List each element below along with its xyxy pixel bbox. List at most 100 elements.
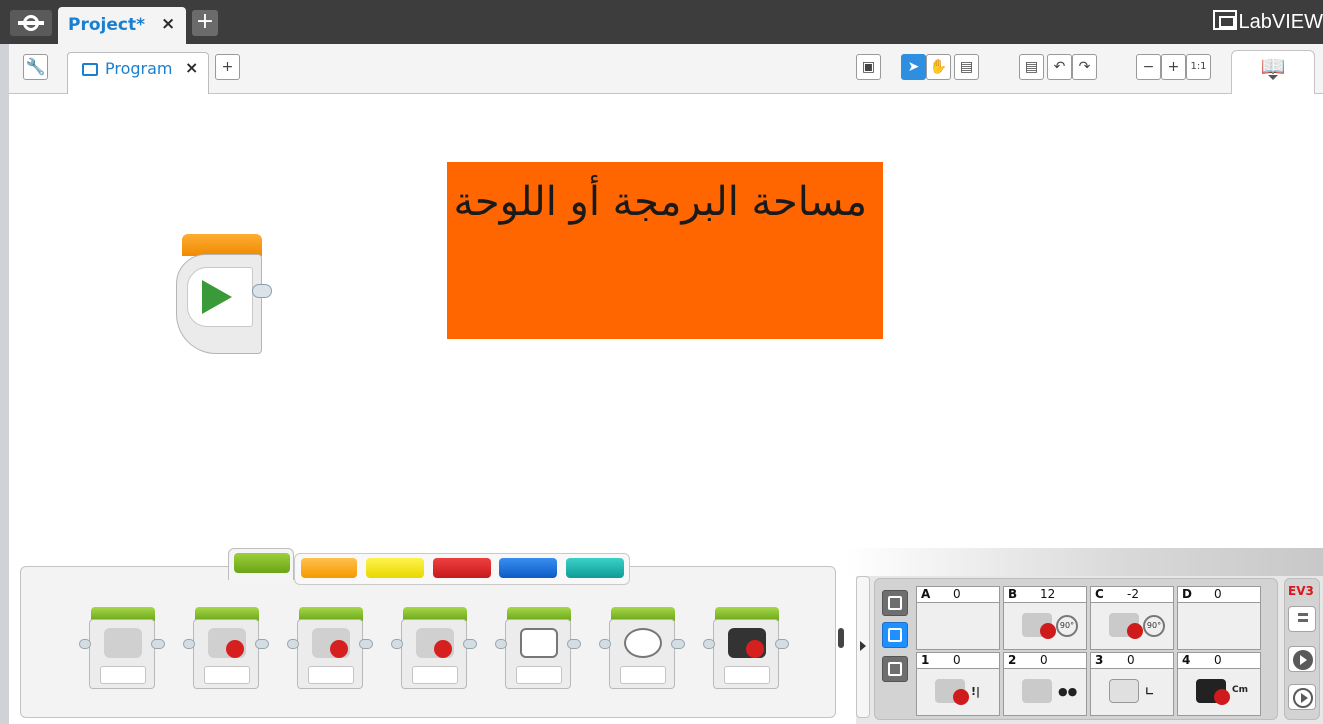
lobby-home-button[interactable] [10,10,52,36]
port-view-tab[interactable] [882,622,908,648]
port-header: 20 [1004,653,1086,669]
national-instruments-icon [1212,10,1237,30]
play-icon [1300,655,1307,665]
move-steering-block[interactable] [287,607,373,691]
project-properties-wrench-icon[interactable]: 🔧 [23,54,48,80]
palette-tab-action[interactable] [234,553,290,573]
color-mode-icon: ●● [1058,685,1078,698]
distance-unit-label: Cm [1232,685,1248,695]
mode-selector[interactable] [724,666,770,684]
select-tool-icon[interactable]: ➤ [901,54,926,80]
move-tank-block[interactable] [391,607,477,691]
sequence-plug-entry [391,639,403,649]
mode-selector[interactable] [204,666,250,684]
rotation-degrees-icon: 90° [1056,615,1078,637]
labview-logo-text: LabVIEW [1238,11,1323,33]
large-motor-icon [1109,613,1143,639]
port-value: 12 [1040,587,1056,601]
mode-selector[interactable] [412,666,458,684]
port-3[interactable]: 30 ∟ [1090,652,1174,716]
palette-resize-handle[interactable] [838,628,844,648]
port-value: 0 [1214,587,1222,601]
zoom-out-icon[interactable]: − [1136,54,1161,80]
palette-tab-sensor[interactable] [366,558,424,578]
block-body [505,619,571,689]
port-1[interactable]: 10 !| [916,652,1000,716]
large-motor-block[interactable] [183,607,269,691]
zoom-reset-button[interactable]: 1:1 [1186,54,1211,80]
palette-tab-flow-control[interactable] [301,558,357,578]
download-button[interactable] [1288,606,1316,632]
sequence-plug-exit[interactable] [252,284,272,298]
content-editor-book-icon[interactable]: 📖 [1231,50,1315,94]
sequence-plug-entry [287,639,299,649]
brick-status-light-block[interactable] [703,607,789,691]
save-icon[interactable]: ▤ [1019,54,1044,80]
play-icon [1301,693,1308,703]
program-tab[interactable]: Program × [67,52,209,94]
palette-tab-my-blocks[interactable] [566,558,624,578]
sound-block[interactable] [599,607,685,691]
mode-selector[interactable] [100,666,146,684]
ultrasonic-sensor-icon [1196,679,1230,705]
sequence-plug-entry [599,639,611,649]
port-id: D [1182,587,1192,601]
gyro-sensor-icon [1109,679,1139,703]
color-sensor-icon [1022,679,1052,703]
port-id: 1 [921,653,930,667]
zoom-in-icon[interactable]: + [1161,54,1186,80]
medium-motor-block[interactable] [79,607,165,691]
port-a[interactable]: A0 [916,586,1000,650]
undo-icon[interactable]: ↶ [1047,54,1072,80]
programming-canvas[interactable]: مساحة البرمجة أو اللوحة [9,95,1323,555]
port-b[interactable]: B 12 90° [1003,586,1087,650]
display-block[interactable] [495,607,581,691]
palette-tab-advanced[interactable] [499,558,557,578]
sequence-plug-entry [495,639,507,649]
port-value: 0 [1040,653,1048,667]
available-bricks-tab[interactable] [882,656,908,682]
comment-tool-icon[interactable]: ▤ [954,54,979,80]
port-header: 40 [1178,653,1260,669]
mode-selector[interactable] [308,666,354,684]
palette-tab-data-operations[interactable] [433,558,491,578]
add-program-button[interactable]: + [215,54,240,80]
port-4[interactable]: 40 Cm [1177,652,1261,716]
sequence-plug-exit [255,639,269,649]
add-project-button[interactable]: + [192,10,218,36]
port-c[interactable]: C -2 90° [1090,586,1174,650]
angle-mode-icon: ∟ [1145,685,1155,698]
port-value: 0 [953,653,961,667]
port-id: B [1008,587,1018,601]
touch-sensor-icon [935,679,969,705]
project-tab-close-icon[interactable]: × [161,14,175,34]
canvas-annotation: مساحة البرمجة أو اللوحة [447,162,883,339]
content-editor-icon[interactable]: ▣ [856,54,881,80]
sequence-plug-entry [703,639,715,649]
port-2[interactable]: 20 ●● [1003,652,1087,716]
download-and-run-selected-button[interactable] [1288,684,1316,710]
motor-hub-icon [1127,623,1143,639]
sequence-plug-exit [151,639,165,649]
motor-hub-icon [226,640,244,658]
large-motor-icon [1022,613,1056,639]
hardware-page-divider [845,548,1323,576]
port-view-icon [888,628,902,642]
program-icon [82,63,98,76]
download-and-run-button[interactable] [1288,646,1316,672]
pan-tool-icon[interactable]: ✋ [926,54,951,80]
port-value: 0 [953,587,961,601]
left-border [0,44,9,724]
motor-hub-icon [1040,623,1056,639]
programming-palette [20,566,836,718]
start-block[interactable] [172,234,272,358]
redo-icon[interactable]: ↷ [1072,54,1097,80]
port-d[interactable]: D0 [1177,586,1261,650]
mode-selector[interactable] [516,666,562,684]
mode-selector[interactable] [620,666,666,684]
hardware-page-collapse-button[interactable] [856,576,870,718]
brick-information-tab[interactable] [882,590,908,616]
project-tab[interactable]: Project* × [58,7,186,44]
program-tab-close-icon[interactable]: × [185,58,198,77]
port-header: C -2 [1091,587,1173,603]
